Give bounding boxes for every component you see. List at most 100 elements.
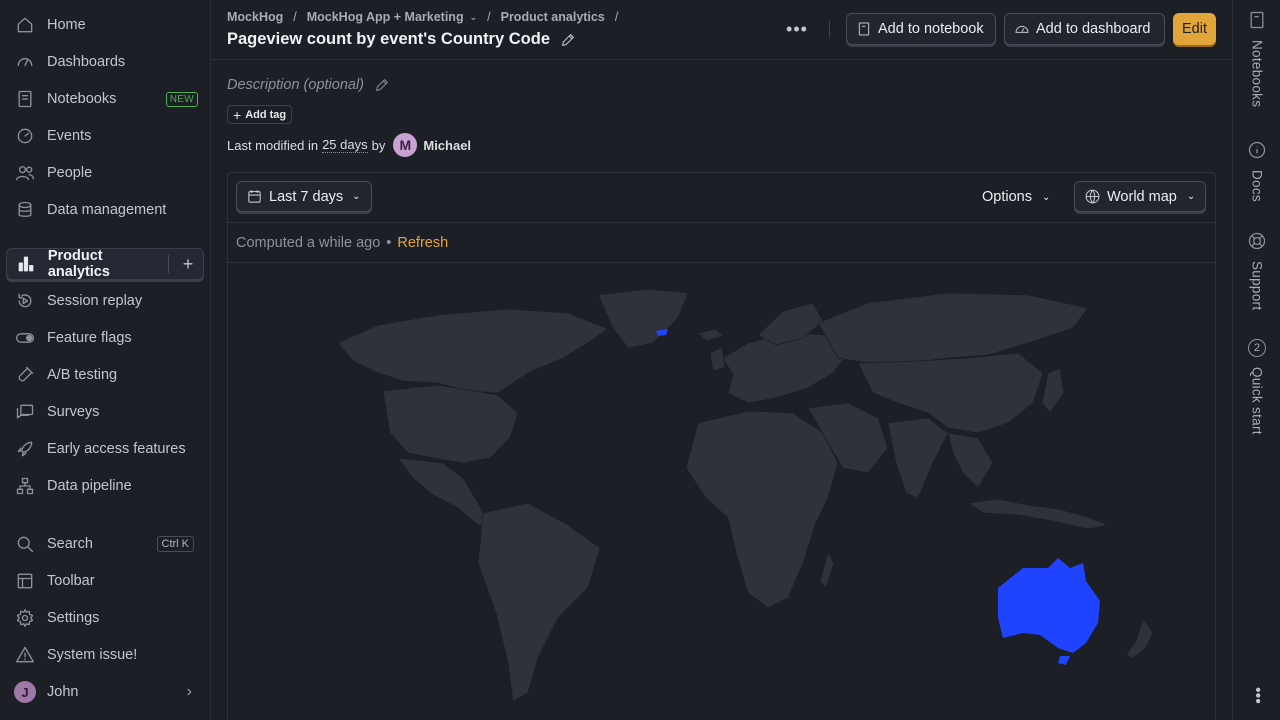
map-country-uk[interactable]: [709, 346, 726, 372]
sidebar-item-label: Data management: [47, 202, 167, 218]
map-country-europe[interactable]: [722, 332, 849, 404]
gear-icon: [14, 607, 36, 629]
warning-icon: [14, 644, 36, 666]
sidebar-item-label: Surveys: [47, 404, 100, 420]
sidebar-item-toolbar[interactable]: Toolbar: [6, 565, 204, 597]
world-map-svg: [337, 288, 1154, 702]
map-country-mexico[interactable]: [397, 457, 491, 526]
sidebar-item-home[interactable]: Home: [6, 9, 204, 41]
avatar: M: [393, 133, 418, 157]
breadcrumb: MockHog / MockHog App + Marketing ⌄ / Pr…: [227, 10, 619, 24]
sidebar-item-label: Early access features: [47, 441, 186, 457]
options-dropdown[interactable]: Options ⌄: [982, 189, 1050, 205]
rail-notebooks[interactable]: Notebooks: [1233, 10, 1280, 107]
sidebar-item-feature-flags[interactable]: Feature flags: [6, 322, 204, 354]
add-insight-button[interactable]: +: [177, 253, 199, 275]
map-country-new-zealand[interactable]: [1125, 618, 1154, 659]
insight-toolbar: Last 7 days ⌄ Options ⌄ World map ⌄: [228, 173, 1215, 223]
description-field[interactable]: Description (optional): [227, 77, 364, 93]
sidebar-item-early-access[interactable]: Early access features: [6, 433, 204, 465]
map-country-canada[interactable]: [337, 308, 609, 394]
sidebar-item-label: System issue!: [47, 647, 138, 663]
breadcrumb-organization[interactable]: MockHog: [227, 10, 283, 24]
map-country-greenland[interactable]: [597, 288, 689, 349]
sidebar-item-events[interactable]: Events: [6, 120, 204, 152]
chevron-right-icon: ›: [186, 683, 192, 700]
add-to-dashboard-button[interactable]: Add to dashboard: [1004, 13, 1165, 45]
sidebar-item-account[interactable]: J John ›: [6, 676, 204, 708]
map-country-india[interactable]: [887, 417, 949, 499]
info-icon: [1247, 140, 1267, 160]
home-icon: [14, 14, 36, 36]
breadcrumb-section[interactable]: Product analytics: [501, 10, 605, 24]
avatar: J: [14, 681, 36, 703]
survey-icon: [14, 401, 36, 423]
map-country-tasmania[interactable]: [1058, 656, 1070, 665]
add-to-notebook-button[interactable]: Add to notebook: [846, 13, 996, 45]
more-options-button[interactable]: •••: [1247, 684, 1267, 706]
toolbar-icon: [14, 570, 36, 592]
map-country-indonesia[interactable]: [966, 498, 1110, 530]
sidebar-item-label: Search: [47, 536, 93, 552]
map-country-madagascar[interactable]: [819, 552, 835, 589]
sidebar-item-settings[interactable]: Settings: [6, 602, 204, 634]
sidebar-item-label: Notebooks: [47, 91, 117, 107]
plus-icon: +: [233, 106, 242, 123]
people-icon: [14, 162, 36, 184]
map-country-japan[interactable]: [1041, 367, 1065, 414]
insight-content: Description (optional) + Add tag Last mo…: [211, 60, 1232, 720]
pipeline-icon: [14, 475, 36, 497]
page-title[interactable]: Pageview count by event's Country Code: [227, 30, 550, 49]
sidebar-item-label: Settings: [47, 610, 100, 626]
sidebar-item-search[interactable]: Search Ctrl K: [6, 528, 204, 560]
app-window: Home Dashboards Notebooks NEW Events Peo…: [0, 0, 1280, 720]
display-type-picker[interactable]: World map ⌄: [1074, 181, 1207, 212]
top-bar: MockHog / MockHog App + Marketing ⌄ / Pr…: [211, 0, 1232, 60]
toggle-icon: [14, 327, 36, 349]
events-icon: [14, 125, 36, 147]
rail-docs[interactable]: Docs: [1233, 140, 1280, 202]
globe-icon: [1085, 189, 1100, 204]
map-country-china[interactable]: [857, 352, 1044, 434]
sidebar-item-label: Home: [47, 17, 86, 33]
sidebar-item-ab-testing[interactable]: A/B testing: [6, 359, 204, 391]
sidebar-item-label: Product analytics: [47, 248, 110, 280]
sidebar-item-data-pipeline[interactable]: Data pipeline: [6, 470, 204, 502]
sidebar: Home Dashboards Notebooks NEW Events Peo…: [0, 0, 211, 720]
sidebar-item-label: Dashboards: [47, 54, 126, 70]
breadcrumb-project[interactable]: MockHog App + Marketing: [307, 10, 464, 24]
sidebar-item-surveys[interactable]: Surveys: [6, 396, 204, 428]
sidebar-item-system-issue[interactable]: System issue!: [6, 639, 204, 671]
sidebar-item-label: John: [47, 684, 79, 700]
sidebar-item-product-analytics[interactable]: Product analytics +: [6, 248, 204, 280]
map-country-usa[interactable]: [382, 384, 519, 464]
date-range-picker[interactable]: Last 7 days ⌄: [236, 181, 372, 212]
dashboard-icon: [14, 51, 36, 73]
sidebar-item-session-replay[interactable]: Session replay: [6, 285, 204, 317]
sidebar-item-dashboards[interactable]: Dashboards: [6, 46, 204, 78]
add-tag-button[interactable]: + Add tag: [227, 105, 293, 124]
database-icon: [14, 199, 36, 221]
refresh-link[interactable]: Refresh: [397, 235, 448, 251]
map-country-southeast-asia[interactable]: [947, 432, 994, 489]
rail-support[interactable]: Support: [1233, 231, 1280, 310]
pencil-icon[interactable]: [374, 77, 390, 93]
sidebar-item-notebooks[interactable]: Notebooks NEW: [6, 83, 204, 115]
pencil-icon[interactable]: [560, 32, 576, 48]
map-country-iceland[interactable]: [697, 328, 724, 342]
map-country-russia[interactable]: [817, 292, 1089, 364]
map-country-africa[interactable]: [685, 410, 839, 609]
sidebar-item-people[interactable]: People: [6, 157, 204, 189]
insight-card: Last 7 days ⌄ Options ⌄ World map ⌄ Comp…: [227, 172, 1216, 720]
map-country-brazil[interactable]: [477, 502, 601, 702]
modified-time: 25 days: [322, 137, 368, 153]
rail-quick-start[interactable]: 2 Quick start: [1233, 339, 1280, 435]
notebook-icon: [14, 88, 36, 110]
more-options-button[interactable]: •••: [786, 18, 808, 40]
chevron-down-icon: ⌄: [469, 11, 478, 22]
edit-button[interactable]: Edit: [1173, 13, 1216, 45]
map-country-australia[interactable]: [998, 558, 1100, 653]
sidebar-item-data-management[interactable]: Data management: [6, 194, 204, 226]
dashboard-icon: [1015, 25, 1029, 33]
keyboard-shortcut: Ctrl K: [156, 536, 194, 552]
